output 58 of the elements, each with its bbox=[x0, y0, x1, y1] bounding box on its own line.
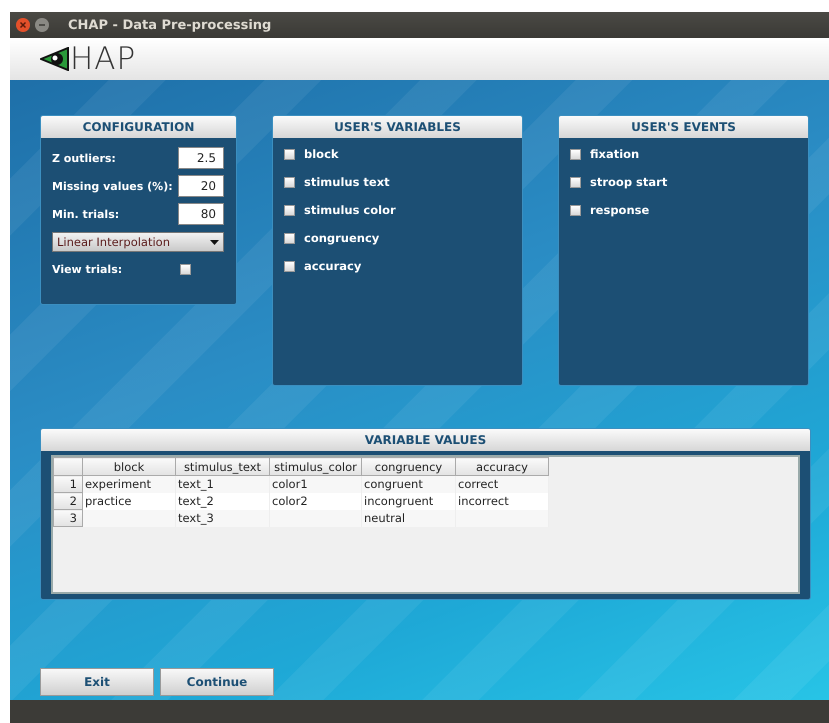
panel-title: CONFIGURATION bbox=[82, 120, 194, 134]
logo-text: HAP bbox=[70, 41, 136, 77]
table-cell[interactable]: incongruent bbox=[362, 492, 456, 510]
checkbox-label: congruency bbox=[304, 231, 380, 245]
table-cell[interactable]: text_3 bbox=[176, 510, 270, 526]
panel-title: USER'S VARIABLES bbox=[334, 120, 461, 134]
table-cell[interactable]: color2 bbox=[270, 492, 362, 510]
input-field[interactable]: 20 bbox=[178, 175, 224, 197]
field-label: Z outliers: bbox=[52, 152, 116, 164]
row-number: 3 bbox=[54, 510, 82, 526]
table-cell[interactable]: text_2 bbox=[176, 492, 270, 510]
table-cell[interactable]: neutral bbox=[362, 510, 456, 526]
eye-logo-icon bbox=[40, 47, 70, 71]
checkbox[interactable] bbox=[284, 204, 295, 216]
table-cell[interactable]: incorrect bbox=[456, 492, 548, 510]
table-cell[interactable]: experiment bbox=[82, 476, 176, 492]
dialog-button[interactable]: Exit bbox=[40, 668, 154, 696]
checkbox[interactable] bbox=[284, 176, 295, 188]
panel-title: USER'S EVENTS bbox=[631, 120, 736, 134]
column-header[interactable]: stimulus_text bbox=[176, 458, 270, 476]
field-label: View trials: bbox=[52, 262, 124, 276]
table-cell[interactable]: correct bbox=[456, 476, 548, 492]
column-header[interactable]: congruency bbox=[362, 458, 456, 476]
input-field[interactable]: 80 bbox=[178, 203, 224, 225]
checkbox-label: response bbox=[590, 203, 650, 217]
checkbox-label: stimulus color bbox=[304, 203, 396, 217]
dialog-button[interactable]: Continue bbox=[160, 668, 274, 696]
checkbox-label: accuracy bbox=[304, 259, 362, 273]
caret-icon bbox=[210, 240, 219, 244]
table-cell[interactable]: text_1 bbox=[176, 476, 270, 492]
checkbox[interactable] bbox=[284, 260, 295, 272]
checkbox[interactable] bbox=[180, 264, 191, 274]
checkbox-label: fixation bbox=[590, 147, 640, 161]
row-number: 2 bbox=[54, 492, 82, 510]
checkbox-label: stimulus text bbox=[304, 175, 390, 189]
column-header[interactable]: block bbox=[82, 458, 176, 476]
table-cell[interactable]: practice bbox=[82, 492, 176, 510]
table-cell[interactable]: color1 bbox=[270, 476, 362, 492]
corner-cell bbox=[54, 458, 82, 476]
field-label: Min. trials: bbox=[52, 208, 120, 220]
checkbox[interactable] bbox=[284, 232, 295, 244]
column-header[interactable]: stimulus_color bbox=[270, 458, 362, 476]
checkbox[interactable] bbox=[570, 204, 581, 216]
input-field[interactable]: 2.5 bbox=[178, 147, 224, 169]
checkbox-label: stroop start bbox=[590, 175, 668, 189]
checkbox[interactable] bbox=[570, 148, 581, 160]
column-header[interactable]: accuracy bbox=[456, 458, 548, 476]
field-label: Missing values (%): bbox=[52, 180, 173, 192]
table-cell[interactable]: congruent bbox=[362, 476, 456, 492]
method-dropdown[interactable]: Linear Interpolation bbox=[52, 232, 224, 252]
close-icon[interactable] bbox=[16, 18, 30, 32]
minimize-icon[interactable] bbox=[35, 18, 49, 32]
row-number: 1 bbox=[54, 476, 82, 492]
window-title: CHAP - Data Pre-processing bbox=[68, 18, 272, 32]
checkbox[interactable] bbox=[284, 148, 295, 160]
checkbox-label: block bbox=[304, 147, 339, 161]
checkbox[interactable] bbox=[570, 176, 581, 188]
panel-title: VARIABLE VALUES bbox=[364, 433, 486, 447]
